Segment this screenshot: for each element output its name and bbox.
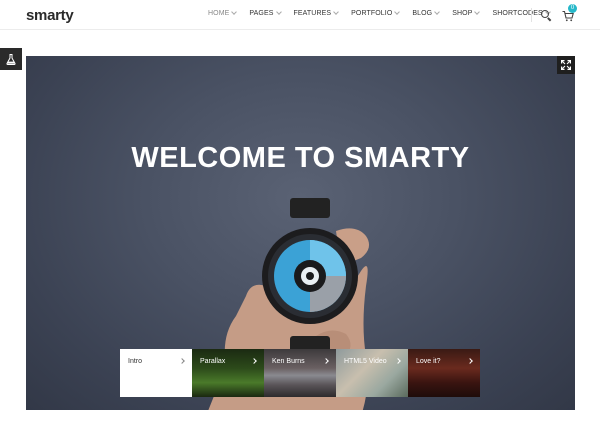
cart-icon[interactable]: 0 (562, 4, 577, 22)
slide-thumb-label: Parallax (200, 358, 226, 365)
slide-thumb-label: Intro (128, 358, 143, 365)
nav-item-label: HOME (208, 10, 230, 17)
nav-item-portfolio[interactable]: PORTFOLIO (351, 9, 401, 17)
search-icon[interactable] (541, 9, 552, 21)
chevron-down-icon (333, 9, 339, 15)
nav-item-label: PAGES (249, 10, 274, 17)
chevron-right-icon (251, 358, 257, 364)
chevron-right-icon (395, 358, 401, 364)
slide-thumb-label: Ken Burns (272, 358, 305, 365)
site-logo[interactable]: smarty (26, 7, 74, 24)
slider-thumbnails: Intro Parallax Ken Burns HTML5 Video Lov… (120, 349, 480, 397)
chevron-down-icon (231, 9, 238, 15)
slide-thumb-label: HTML5 Video (344, 358, 387, 365)
nav-item-label: FEATURES (293, 10, 332, 17)
nav-item-home[interactable]: HOME (208, 9, 238, 17)
nav-item-shop[interactable]: SHOP (452, 9, 481, 17)
chevron-right-icon (179, 358, 185, 364)
chevron-right-icon (323, 358, 329, 364)
chevron-down-icon (394, 9, 401, 15)
chevron-down-icon (434, 9, 441, 15)
slide-thumb-label: Love it? (416, 358, 441, 365)
header-tools: 0 (531, 4, 577, 22)
expand-icon (561, 60, 571, 70)
slide-thumb-ken-burns[interactable]: Ken Burns (264, 349, 336, 397)
slide-thumb-parallax[interactable]: Parallax (192, 349, 264, 397)
nav-item-label: BLOG (412, 10, 433, 17)
nav-item-blog[interactable]: BLOG (412, 9, 441, 17)
chevron-down-icon (275, 9, 282, 15)
fullscreen-button[interactable] (557, 56, 575, 74)
style-switcher-button[interactable] (0, 48, 22, 70)
flask-icon (6, 53, 16, 65)
chevron-right-icon (467, 358, 473, 364)
nav-item-features[interactable]: FEATURES (293, 9, 339, 17)
main-nav: HOME PAGES FEATURES PORTFOLIO BLOG SHOP … (208, 9, 563, 17)
site-header: smarty HOME PAGES FEATURES PORTFOLIO BLO… (0, 0, 600, 30)
chevron-down-icon (474, 9, 481, 15)
divider (531, 8, 532, 22)
slide-thumb-html5-video[interactable]: HTML5 Video (336, 349, 408, 397)
cart-count-badge: 0 (568, 4, 577, 13)
slide-thumb-intro[interactable]: Intro (120, 349, 192, 397)
hero-slider: WELCOME TO SMARTY Intro Parallax Ken Bur… (26, 56, 575, 410)
nav-item-label: SHOP (452, 10, 473, 17)
nav-item-label: PORTFOLIO (351, 10, 393, 17)
nav-item-pages[interactable]: PAGES (249, 9, 282, 17)
hero-title: WELCOME TO SMARTY (131, 142, 470, 174)
slide-thumb-love-it[interactable]: Love it? (408, 349, 480, 397)
